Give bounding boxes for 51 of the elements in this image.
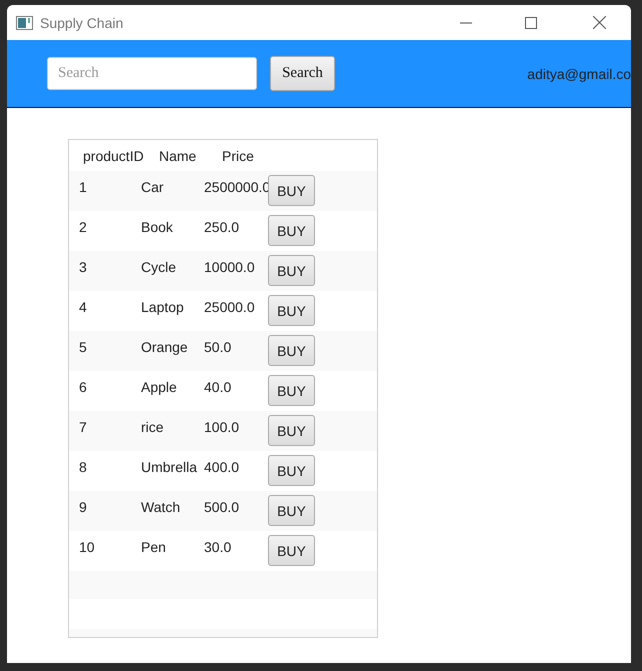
table-cell-text: 9 — [79, 498, 88, 517]
table-cell-text: 40.0 — [204, 378, 232, 397]
table-cell-text: 50.0 — [204, 338, 232, 357]
table-cell-text: rice — [141, 418, 165, 437]
search-field[interactable]: Search — [47, 57, 257, 90]
table-cell-text: 25000.0 — [204, 298, 256, 317]
column-header: Name — [159, 148, 198, 164]
column-header: Price — [222, 148, 255, 164]
table-cell-text: 400.0 — [204, 458, 240, 477]
buy-button[interactable]: BUY — [268, 215, 315, 246]
app-icon — [16, 16, 33, 30]
buy-button[interactable]: BUY — [268, 495, 315, 526]
table-cell-text: 500.0 — [204, 498, 240, 517]
table-cell-text: 10000.0 — [204, 258, 256, 277]
table-cell-text: Pen — [141, 538, 167, 557]
table-cell-text: 4 — [79, 298, 88, 317]
close-icon[interactable] — [592, 16, 606, 29]
table-cell-text: 6 — [79, 378, 88, 397]
buy-button[interactable]: BUY — [268, 375, 315, 406]
table-cell-text: 250.0 — [204, 218, 240, 237]
table-cell-text: 7 — [79, 418, 88, 437]
minimize-icon[interactable] — [460, 22, 472, 24]
table-cell-text: Orange — [141, 338, 189, 357]
table-cell-text: 1 — [79, 178, 88, 197]
table-cell-text: 3 — [79, 258, 88, 277]
table-cell-text: Cycle — [141, 258, 178, 277]
column-header: productID — [83, 148, 145, 164]
table-cell-text: Umbrella — [141, 458, 198, 477]
buy-button[interactable]: BUY — [268, 335, 315, 366]
table-cell-text: 2 — [79, 218, 88, 237]
buy-button[interactable]: BUY — [268, 175, 315, 206]
user-email: aditya@gmail.co — [527, 66, 631, 82]
table-cell-text: 100.0 — [204, 418, 240, 437]
search-button[interactable]: Search — [270, 56, 335, 91]
buy-button[interactable]: BUY — [268, 455, 315, 486]
table-cell-text: 8 — [79, 458, 88, 477]
table-cell-text: 10 — [79, 538, 96, 557]
table-cell-text: Laptop — [141, 298, 185, 317]
table-cell-text: Book — [141, 218, 174, 237]
table-cell-text: Car — [141, 178, 165, 197]
table-cell-text: 30.0 — [204, 538, 232, 557]
maximize-icon[interactable] — [525, 16, 537, 28]
buy-button[interactable]: BUY — [268, 535, 315, 566]
table-cell-text: 5 — [79, 338, 88, 357]
buy-button[interactable]: BUY — [268, 255, 315, 286]
table-cell-text: 2500000.0 — [204, 178, 268, 197]
window-title: Supply Chain — [40, 14, 124, 30]
buy-button[interactable]: BUY — [268, 295, 315, 326]
buy-button[interactable]: BUY — [268, 415, 315, 446]
table-cell-text: Apple — [141, 378, 178, 397]
table-cell-text: Watch — [141, 498, 182, 517]
